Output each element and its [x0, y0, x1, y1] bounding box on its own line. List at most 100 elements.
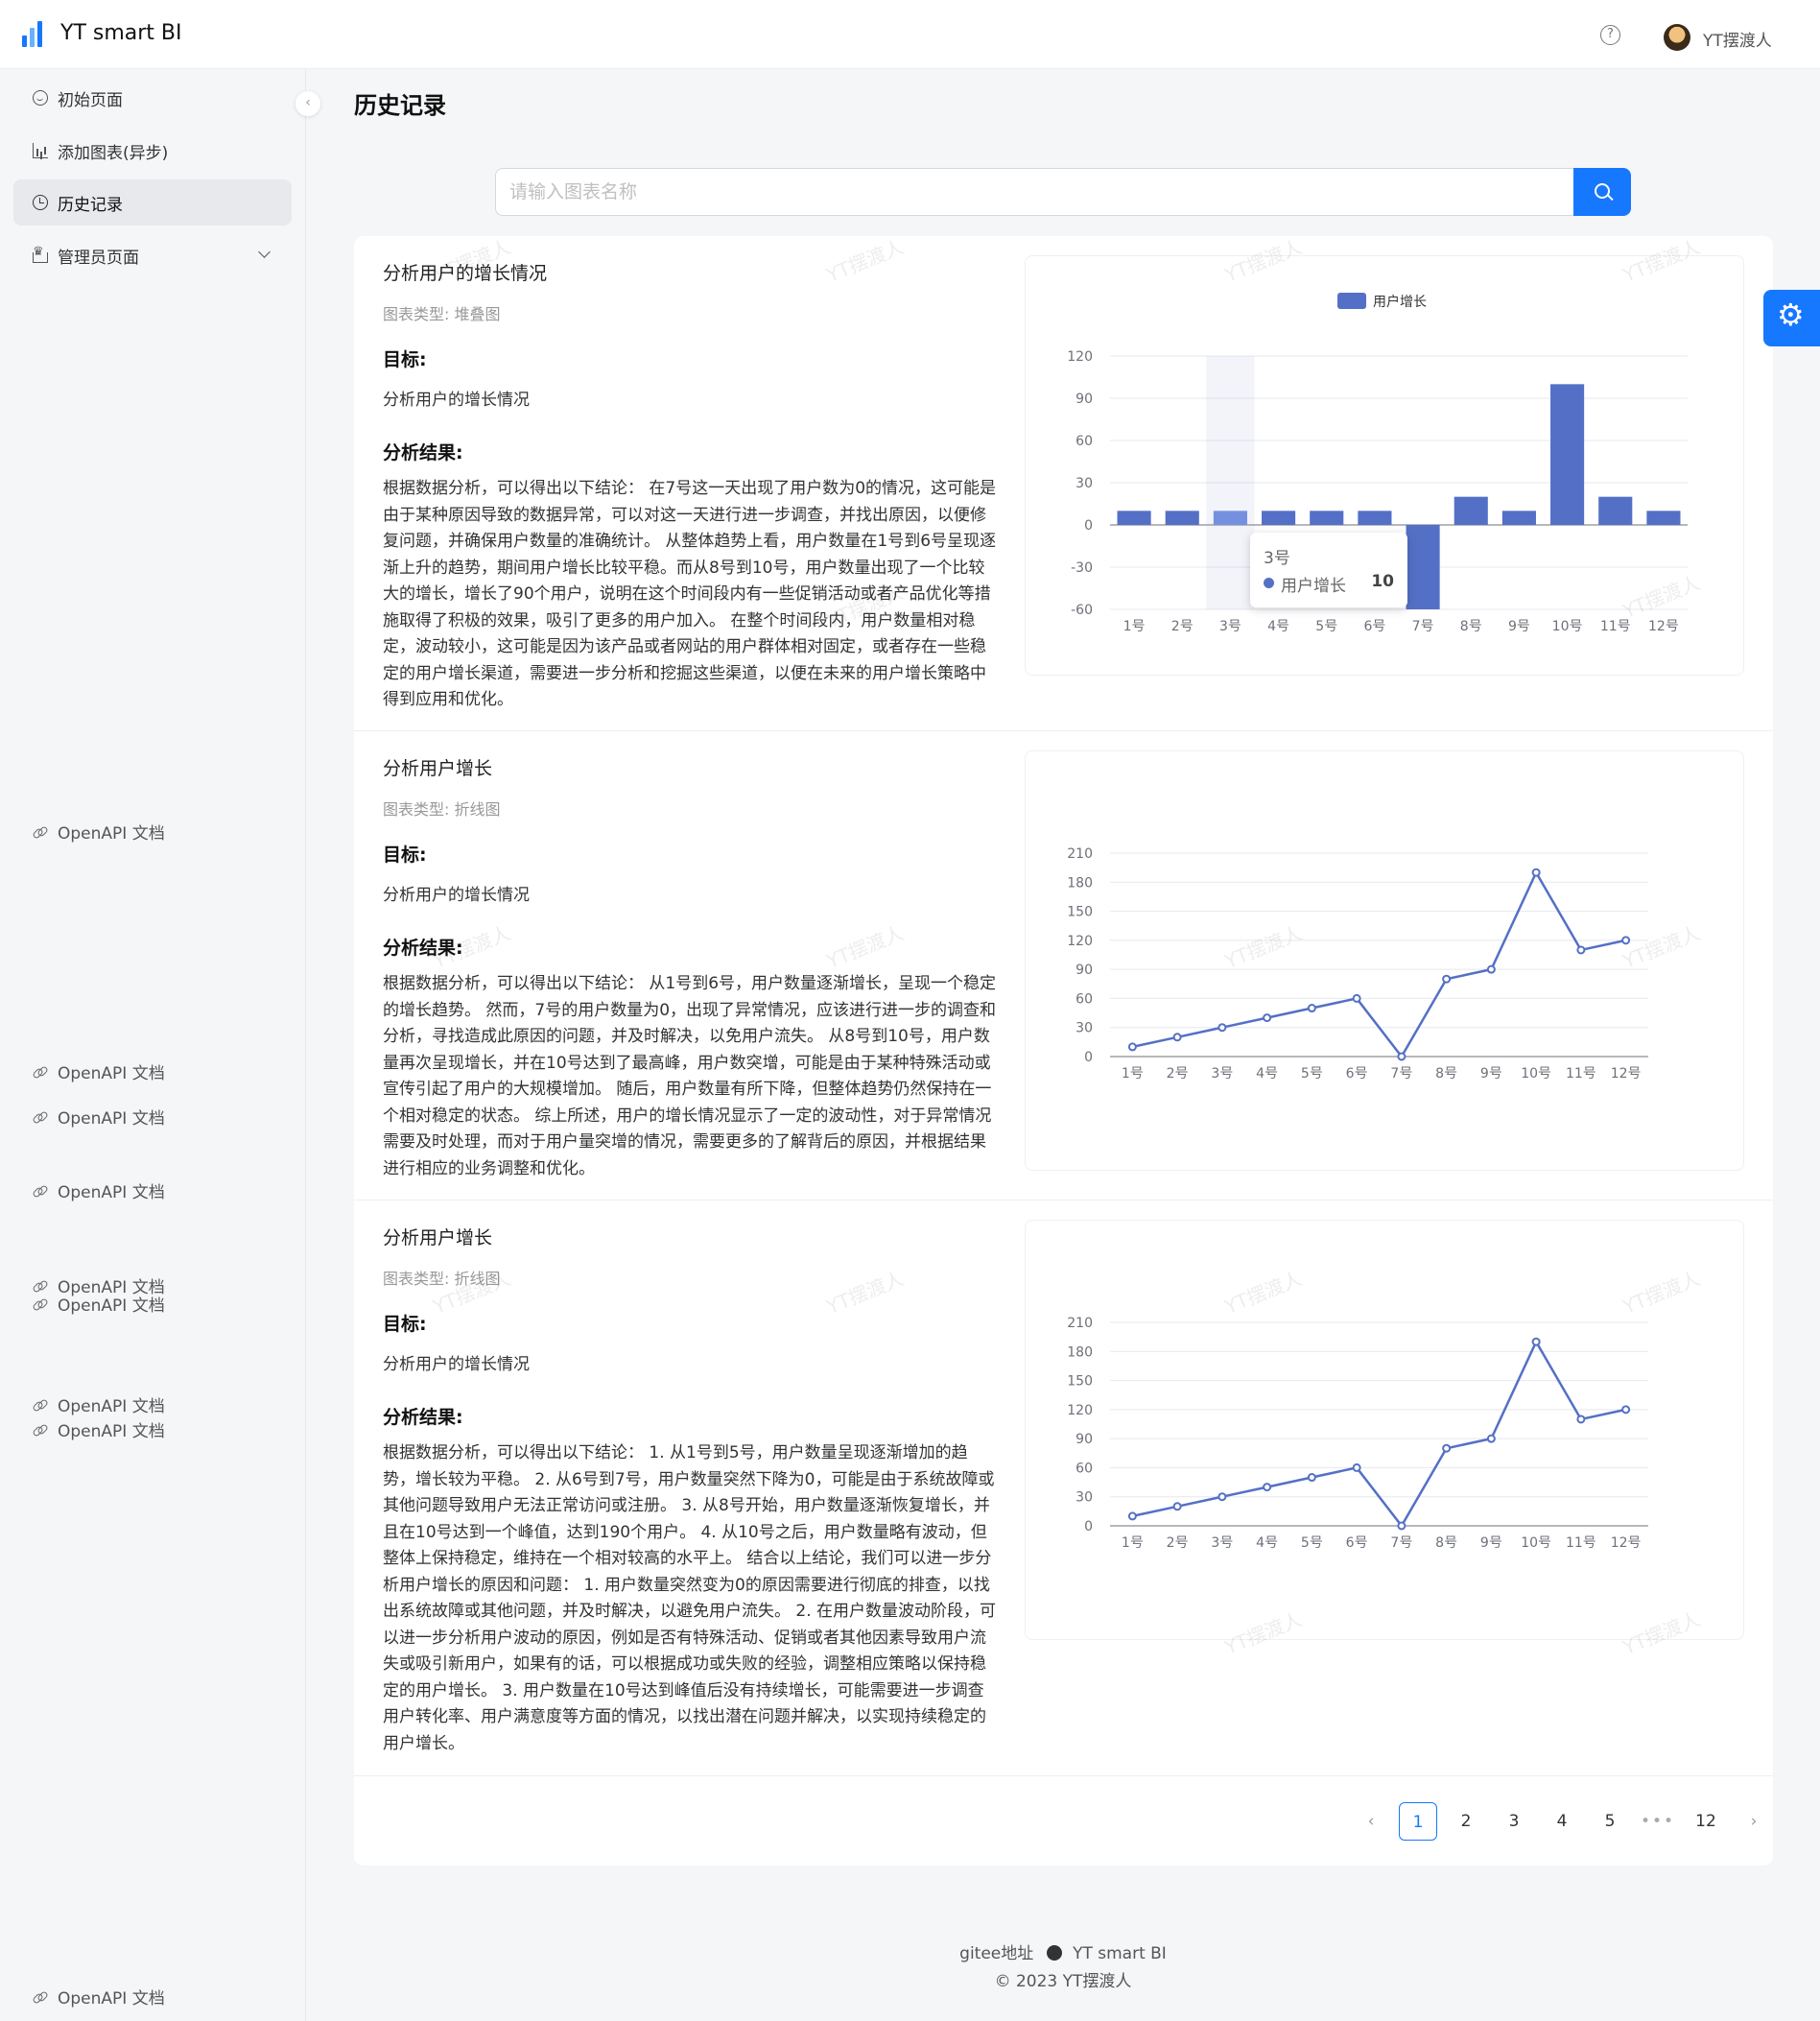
search-input[interactable]: [495, 168, 1573, 216]
chart-panel[interactable]: 120 90 60 30 0 -30 -60 1号 2号 3号 4号 5号 6号 7号 8号 9号 10号 11号…: [1025, 255, 1744, 676]
page-title: 历史记录: [354, 92, 446, 119]
data-point: [1263, 1013, 1272, 1023]
help-icon[interactable]: ?: [1600, 25, 1620, 45]
data-point: [1127, 1042, 1137, 1052]
data-point: [1352, 993, 1361, 1003]
app-logo[interactable]: [20, 19, 50, 49]
goal-text: 分析用户的增长情况: [383, 886, 530, 905]
page-3-button[interactable]: 3: [1495, 1802, 1533, 1841]
prev-page-button[interactable]: ‹: [1352, 1802, 1390, 1841]
y-tick-label: 150: [1067, 1374, 1093, 1390]
series-line: [1132, 1339, 1626, 1529]
chart-type: 图表类型: 折线图: [383, 800, 501, 819]
y-tick-label: -60: [1071, 603, 1093, 618]
page-1-button[interactable]: 1: [1399, 1802, 1437, 1841]
chart-bar: [1165, 511, 1199, 525]
x-tick-label: 6号: [1346, 1066, 1368, 1082]
user-avatar[interactable]: [1664, 24, 1690, 51]
tooltip-category: 3号: [1264, 549, 1290, 568]
user-name[interactable]: YT摆渡人: [1703, 27, 1772, 51]
search-button[interactable]: [1573, 168, 1631, 216]
sidebar-item-label: 历史记录: [58, 195, 123, 215]
data-point: [1486, 1434, 1496, 1443]
sidebar-item-add-chart[interactable]: 添加图表(异步): [13, 128, 292, 174]
series-line: [1132, 869, 1626, 1059]
y-tick-label: 30: [1075, 476, 1093, 491]
x-tick-label: 1号: [1122, 1066, 1144, 1082]
chart-name: 分析用户的增长情况: [383, 263, 548, 284]
y-tick-label: 60: [1075, 991, 1093, 1007]
chart-bar: [1406, 525, 1440, 609]
openapi-doc-link[interactable]: OpenAPI 文档: [33, 1178, 165, 1202]
data-point: [1263, 1483, 1272, 1492]
chart-name: 分析用户增长: [383, 758, 493, 779]
openapi-doc-link[interactable]: OpenAPI 文档: [33, 1392, 165, 1416]
goal-text: 分析用户的增长情况: [383, 391, 530, 410]
sidebar-item-label: 添加图表(异步): [58, 143, 169, 163]
data-point: [1307, 1004, 1316, 1013]
data-point: [1397, 1052, 1406, 1061]
goal-heading: 目标:: [383, 349, 427, 370]
sidebar-item-history[interactable]: 历史记录: [13, 179, 292, 226]
y-tick-label: 30: [1075, 1490, 1093, 1506]
search-bar: [495, 168, 1631, 216]
y-tick-label: 90: [1075, 392, 1093, 407]
openapi-doc-link[interactable]: OpenAPI 文档: [33, 1292, 165, 1316]
data-point: [1531, 868, 1541, 877]
copyright: © 2023 YT摆渡人: [994, 1972, 1132, 1991]
sidebar-collapse-button[interactable]: ‹: [295, 91, 320, 116]
page-12-button[interactable]: 12: [1687, 1802, 1725, 1841]
chevron-down-icon: [258, 246, 271, 258]
link-icon: [33, 1423, 46, 1437]
x-tick-label: 2号: [1171, 619, 1194, 634]
x-tick-label: 9号: [1480, 1066, 1502, 1082]
list-item: 分析用户的增长情况 图表类型: 堆叠图 目标: 分析用户的增长情况 分析结果: …: [354, 236, 1773, 731]
tooltip-series: 用户增长: [1281, 577, 1346, 596]
y-tick-label: 210: [1067, 1316, 1093, 1331]
sidebar-item-admin[interactable]: 管理员页面: [13, 232, 292, 278]
github-icon[interactable]: [1046, 1945, 1062, 1961]
y-tick-label: 120: [1067, 349, 1093, 365]
next-page-button[interactable]: ›: [1735, 1802, 1773, 1841]
x-tick-label: 4号: [1256, 1535, 1278, 1551]
chart-panel[interactable]: 210 180 150 120 90 60 30 0 1号 2号 3号 4号 5号 6号 7号 8号 9号 10号…: [1025, 1220, 1744, 1640]
openapi-doc-link[interactable]: OpenAPI 文档: [33, 820, 165, 844]
top-header: YT smart BI ? YT摆渡人: [0, 0, 1820, 69]
link-icon: [33, 1398, 46, 1412]
openapi-doc-link[interactable]: OpenAPI 文档: [33, 1417, 165, 1441]
y-tick-label: 60: [1075, 434, 1093, 449]
chart-panel[interactable]: 210 180 150 120 90 60 30 0 1号 2号 3号 4号 5号 6号 7号 8号 9号 10号…: [1025, 750, 1744, 1171]
page-ellipsis[interactable]: •••: [1639, 1802, 1677, 1841]
data-point: [1352, 1462, 1361, 1472]
y-tick-label: 150: [1067, 905, 1093, 920]
sidebar-item-label: 管理员页面: [58, 248, 139, 268]
sidebar-item-home[interactable]: 初始页面: [13, 75, 292, 121]
result-text: 根据数据分析，可以得出以下结论： 从1号到6号，用户数量逐渐增长，呈现一个稳定的…: [383, 974, 997, 1178]
legend-label: 用户增长: [1373, 294, 1427, 310]
page-4-button[interactable]: 4: [1543, 1802, 1581, 1841]
data-point: [1127, 1511, 1137, 1521]
line-chart: 210 180 150 120 90 60 30 0 1号 2号 3号 4号 5号 6号 7号 8号 9号 10号…: [1067, 1316, 1648, 1551]
page-2-button[interactable]: 2: [1447, 1802, 1485, 1841]
page-5-button[interactable]: 5: [1591, 1802, 1629, 1841]
settings-button[interactable]: [1763, 290, 1820, 346]
link-icon: [33, 1184, 46, 1198]
x-tick-label: 7号: [1390, 1066, 1412, 1082]
link-icon: [33, 1110, 46, 1124]
project-link[interactable]: YT smart BI: [1073, 1944, 1167, 1963]
link-icon: [33, 825, 46, 839]
openapi-doc-link[interactable]: OpenAPI 文档: [33, 1059, 165, 1083]
data-point: [1442, 974, 1452, 984]
data-point: [1621, 936, 1631, 945]
link-icon: [33, 1279, 46, 1293]
app-title[interactable]: YT smart BI: [60, 21, 182, 45]
openapi-doc-link[interactable]: OpenAPI 文档: [33, 1985, 165, 2009]
list-item: 分析用户增长 图表类型: 折线图 目标: 分析用户的增长情况 分析结果: 根据数…: [354, 731, 1773, 1201]
result-text: 根据数据分析，可以得出以下结论： 在7号这一天出现了用户数为0的情况，这可能是由…: [383, 479, 997, 709]
openapi-doc-link[interactable]: OpenAPI 文档: [33, 1105, 165, 1129]
result-heading: 分析结果:: [383, 442, 463, 464]
chart-bar: [1501, 511, 1536, 525]
x-tick-label: 11号: [1566, 1535, 1596, 1551]
line-chart: 210 180 150 120 90 60 30 0 1号 2号 3号 4号 5号 6号 7号 8号 9号 10号…: [1067, 846, 1648, 1082]
gitee-link[interactable]: gitee地址: [959, 1944, 1033, 1963]
